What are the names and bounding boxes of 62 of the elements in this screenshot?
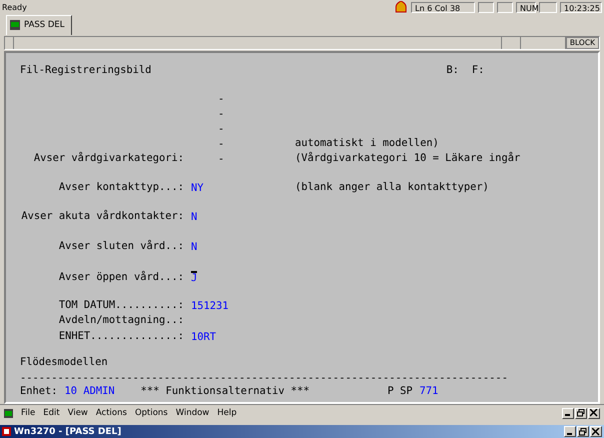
- field-label: Avser vårdgivarkategori:: [32, 152, 184, 165]
- app-icon: [2, 427, 11, 436]
- field-note: (Vårdgivarkategori 10 = Läkare ingår: [295, 152, 520, 165]
- flag-label: F:: [472, 64, 484, 77]
- page-label: P SP: [388, 384, 413, 398]
- num-lock-indicator: NUM: [516, 2, 536, 13]
- unit-label: Enhet:: [20, 384, 58, 398]
- status-cell: [497, 2, 513, 13]
- menu-item[interactable]: View: [68, 408, 88, 418]
- restore-icon: [579, 428, 587, 436]
- field-label: ENHET..............:: [58, 330, 184, 343]
- flag-label: B:: [446, 64, 459, 77]
- field-label: Avser akuta vårdkontakter:: [20, 210, 184, 223]
- field-label: Avser kontakttyp...:: [58, 180, 184, 194]
- terminal-icon[interactable]: [4, 408, 13, 418]
- field-value[interactable]: 10RT: [191, 330, 216, 343]
- screen-name: Fil-Registreringsbild: [20, 64, 152, 77]
- screen-heading: *** Funktionsalternativ ***: [140, 384, 310, 398]
- field-value[interactable]: J: [191, 270, 198, 284]
- terminal-icon: [10, 20, 20, 30]
- field-value[interactable]: -: [218, 152, 224, 165]
- cursor-position: Ln 6 Col 38: [411, 2, 475, 13]
- field-note: automatiskt i modellen): [295, 136, 439, 150]
- menu-item[interactable]: Help: [217, 408, 237, 418]
- restore-button[interactable]: [577, 426, 589, 438]
- status-message: Ready: [2, 2, 28, 12]
- restore-button[interactable]: [575, 408, 587, 419]
- status-cell: [478, 2, 494, 13]
- section-title: Flödesmodellen: [20, 356, 109, 369]
- clock: 10:23:25: [560, 2, 602, 13]
- field-label: Avser öppen vård...:: [58, 270, 184, 284]
- unit-value: 10 ADMIN: [64, 384, 115, 398]
- menu-item[interactable]: Actions: [96, 408, 127, 418]
- field-value[interactable]: N: [191, 240, 198, 253]
- menu-item[interactable]: Edit: [43, 408, 60, 418]
- field-value[interactable]: -: [218, 92, 224, 105]
- field-label: Avdeln/mottagning..:: [58, 314, 184, 327]
- page-number: 771: [420, 384, 438, 398]
- field-value[interactable]: N: [191, 210, 198, 223]
- menu-item[interactable]: Options: [134, 408, 168, 418]
- field-value[interactable]: -: [218, 122, 224, 135]
- field-label: TOM DATUM..........:: [58, 298, 184, 312]
- close-icon: [590, 409, 598, 418]
- field-note: (blank anger alla kontakttyper): [295, 180, 489, 194]
- field-value[interactable]: NY: [191, 180, 204, 194]
- window-title: Wn3270 - [PASS DEL]: [14, 426, 122, 437]
- field-label: Avser sluten vård..:: [58, 240, 184, 253]
- session-tab[interactable]: PASS DEL: [6, 14, 72, 35]
- menu-item[interactable]: File: [21, 408, 36, 418]
- field-value[interactable]: 151231: [191, 298, 229, 312]
- minimize-button[interactable]: [564, 426, 576, 438]
- minimize-button[interactable]: [562, 408, 574, 419]
- close-button[interactable]: [588, 408, 600, 419]
- close-icon: [592, 428, 600, 436]
- shield-icon: [394, 1, 408, 14]
- restore-icon: [577, 409, 585, 418]
- separator-line: ------------------------------------------------------------------------------: [20, 372, 509, 385]
- menu-item[interactable]: Window: [176, 408, 210, 418]
- status-cell: [539, 2, 557, 13]
- close-button[interactable]: [590, 426, 602, 438]
- field-value[interactable]: -: [218, 106, 224, 120]
- field-value[interactable]: -: [218, 136, 224, 150]
